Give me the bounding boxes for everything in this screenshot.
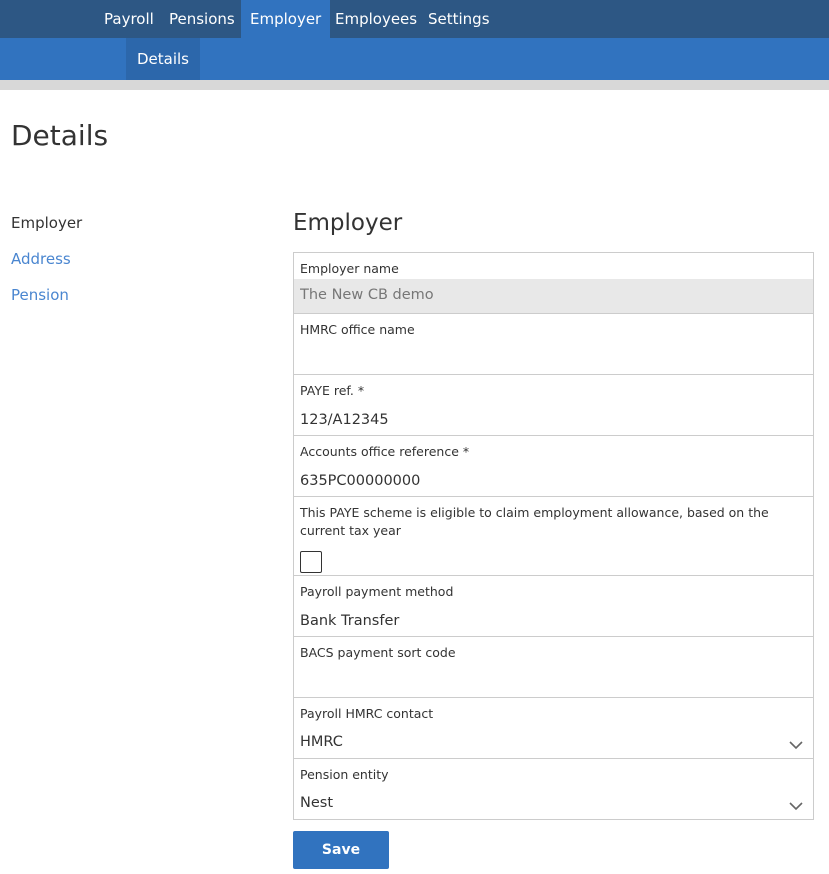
employer-name-input — [300, 284, 807, 306]
paye-ref-label: PAYE ref. * — [300, 383, 365, 398]
accounts-office-ref-field: Accounts office reference * — [294, 436, 813, 497]
payroll-payment-method-label: Payroll payment method — [300, 584, 454, 599]
section-title: Employer — [293, 210, 403, 236]
payroll-hmrc-contact-label: Payroll HMRC contact — [300, 706, 434, 721]
hmrc-office-name-label: HMRC office name — [300, 322, 415, 337]
employer-name-field: Employer name — [294, 253, 813, 314]
subtab-details[interactable]: Details — [126, 38, 201, 80]
employment-allowance-field: This PAYE scheme is eligible to claim em… — [294, 497, 813, 576]
bacs-sort-code-input[interactable] — [300, 671, 807, 693]
header-divider — [0, 80, 829, 90]
tab-settings[interactable]: Settings — [420, 0, 498, 38]
payroll-payment-method-field: Payroll payment method — [294, 576, 813, 637]
top-navigation: Payroll Pensions Employer Employees Sett… — [0, 0, 829, 38]
sub-navigation: Details — [0, 38, 829, 80]
chevron-down-icon[interactable] — [789, 740, 803, 750]
accounts-office-ref-input[interactable] — [300, 470, 807, 492]
tab-pensions[interactable]: Pensions — [161, 0, 243, 38]
page-title: Details — [11, 119, 109, 152]
section-sidenav: Employer Address Pension — [11, 212, 82, 320]
tab-employees[interactable]: Employees — [327, 0, 425, 38]
hmrc-office-name-input[interactable] — [300, 348, 807, 370]
bacs-sort-code-label: BACS payment sort code — [300, 645, 456, 660]
sidenav-item-address[interactable]: Address — [11, 248, 82, 284]
employer-name-input-wrap — [294, 279, 813, 313]
chevron-down-icon[interactable] — [789, 801, 803, 811]
save-button[interactable]: Save — [293, 831, 389, 869]
employment-allowance-label: This PAYE scheme is eligible to claim em… — [300, 505, 769, 538]
employer-form: Employer name HMRC office name PAYE ref.… — [293, 252, 814, 820]
payroll-hmrc-contact-select[interactable]: HMRC — [300, 732, 807, 754]
payroll-hmrc-contact-field[interactable]: Payroll HMRC contact HMRC — [294, 698, 813, 759]
hmrc-office-name-field: HMRC office name — [294, 314, 813, 375]
payroll-payment-method-input[interactable] — [300, 610, 807, 632]
sidenav-item-employer[interactable]: Employer — [11, 212, 82, 248]
tab-payroll[interactable]: Payroll — [96, 0, 162, 38]
employer-name-label: Employer name — [300, 261, 399, 276]
paye-ref-field: PAYE ref. * — [294, 375, 813, 436]
accounts-office-ref-label: Accounts office reference * — [300, 444, 470, 459]
paye-ref-input[interactable] — [300, 409, 807, 431]
sidenav-item-pension[interactable]: Pension — [11, 284, 82, 320]
employment-allowance-checkbox[interactable] — [300, 551, 322, 573]
pension-entity-select[interactable]: Nest — [300, 793, 807, 815]
pension-entity-label: Pension entity — [300, 767, 389, 782]
pension-entity-field[interactable]: Pension entity Nest — [294, 759, 813, 819]
tab-employer[interactable]: Employer — [241, 0, 331, 38]
bacs-sort-code-field: BACS payment sort code — [294, 637, 813, 698]
